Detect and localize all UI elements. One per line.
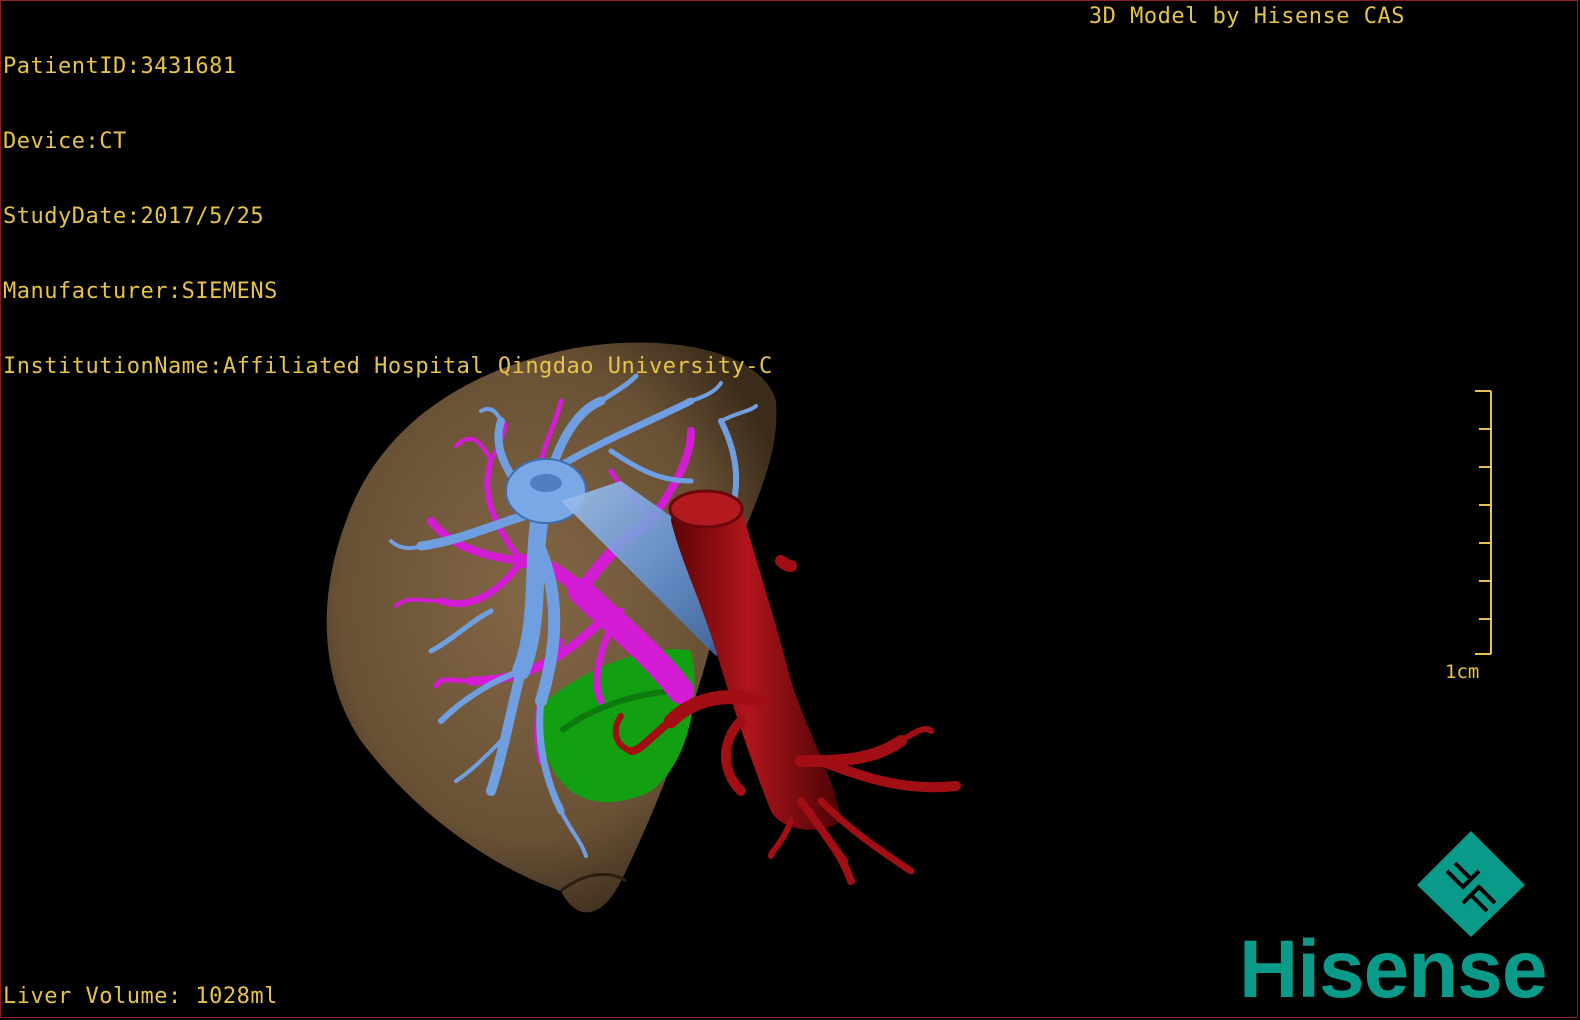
patient-id: PatientID:3431681 [3, 54, 237, 79]
model-caption: 3D Model by Hisense CAS [1088, 4, 1405, 29]
aorta-opening [668, 489, 744, 529]
dicom-metadata: PatientID:3431681 Device:CT StudyDate:20… [3, 4, 773, 429]
scale-bar [1475, 390, 1492, 655]
manufacturer: Manufacturer:SIEMENS [3, 279, 278, 304]
hisense-logo-text: Hisense [1239, 924, 1548, 1015]
hepatic-vein-opening [530, 474, 562, 492]
study-date: StudyDate:2017/5/25 [3, 204, 265, 229]
institution-name: InstitutionName:Affiliated Hospital Qing… [3, 354, 773, 379]
scale-label: 1cm [1445, 661, 1480, 683]
3d-viewport[interactable]: PatientID:3431681 Device:CT StudyDate:20… [0, 0, 1578, 1018]
device: Device:CT [3, 129, 127, 154]
hisense-logo-mark [1417, 831, 1525, 937]
liver-volume: Liver Volume: 1028ml [3, 984, 278, 1009]
